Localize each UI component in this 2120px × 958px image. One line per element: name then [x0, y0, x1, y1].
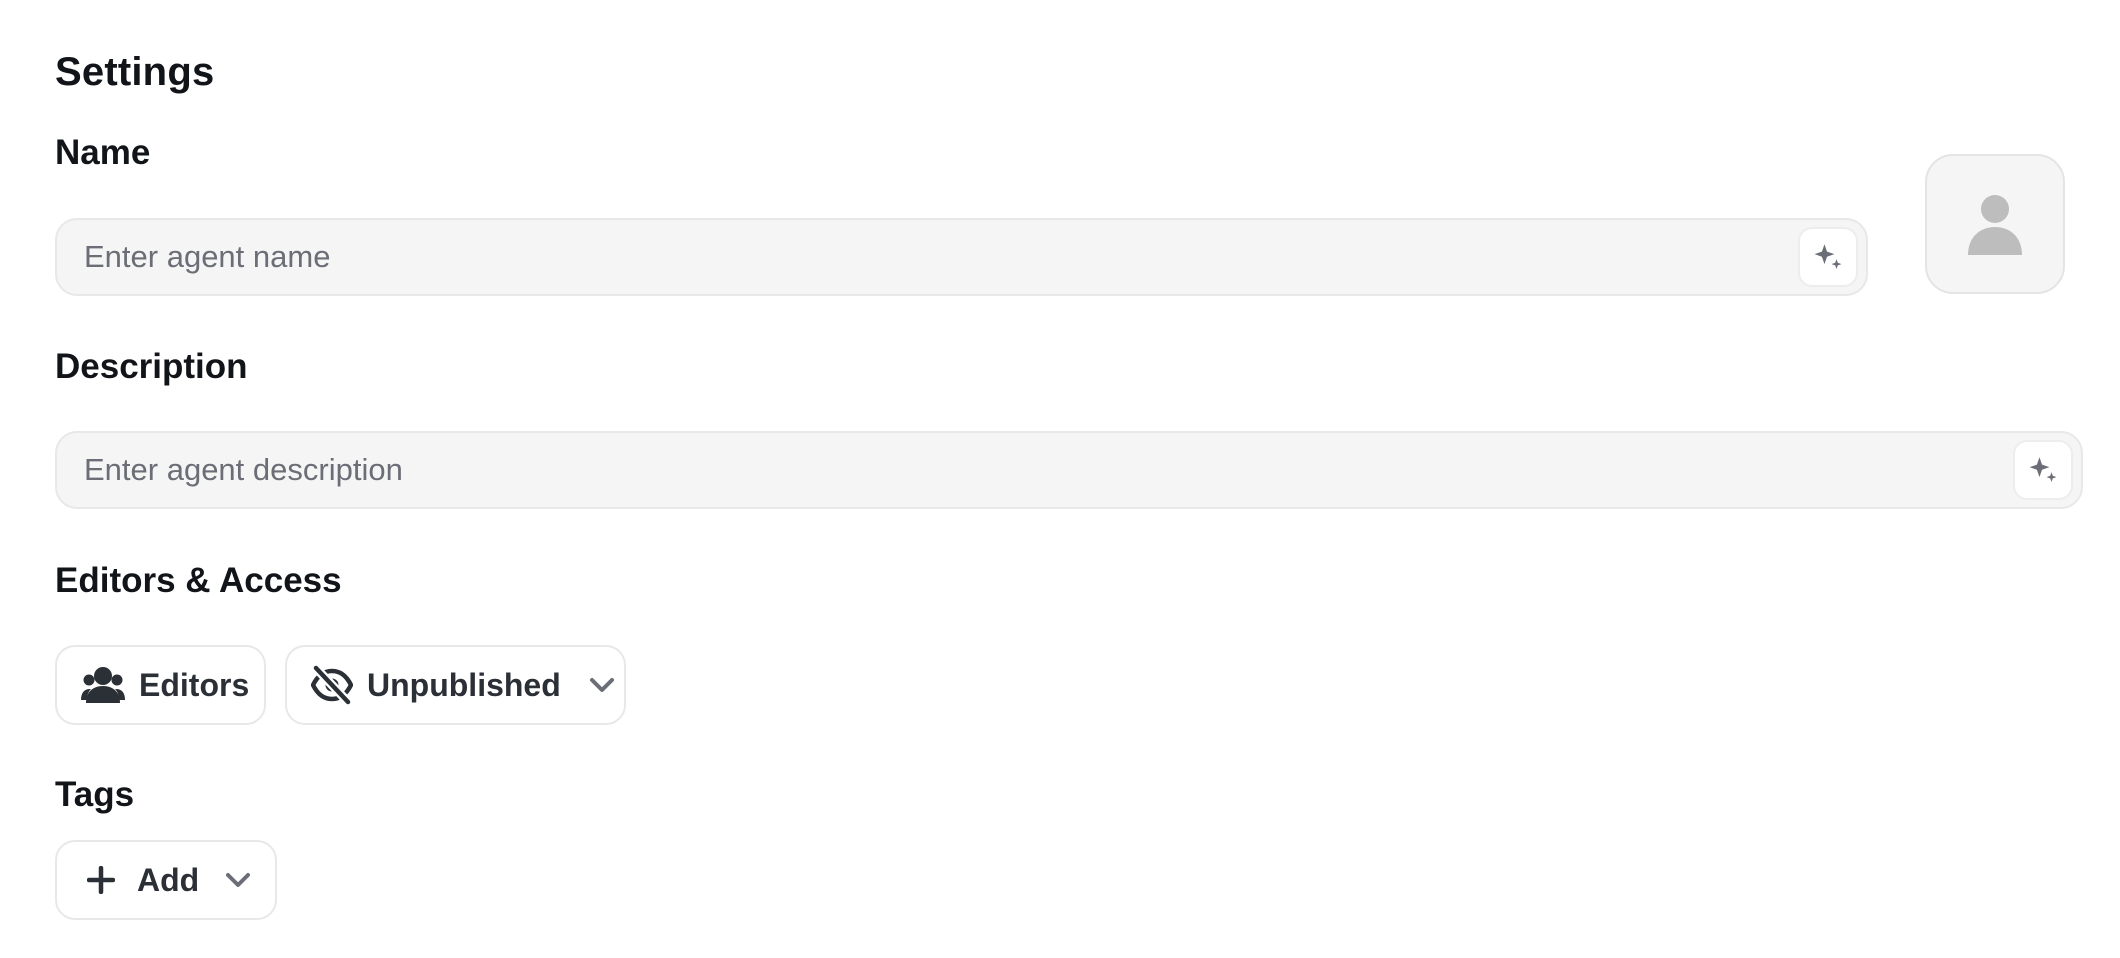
settings-panel: Settings Name Description Editors & Acce… [0, 0, 2120, 958]
add-tag-label: Add [137, 861, 200, 898]
editors-button-label: Editors [139, 666, 250, 703]
agent-description-input[interactable] [57, 433, 2013, 507]
add-tag-button[interactable]: Add [55, 840, 277, 920]
chevron-down-icon [226, 873, 251, 887]
chevron-down-icon [589, 678, 614, 692]
name-label: Name [55, 133, 151, 172]
name-field [55, 218, 1868, 296]
eye-slash-icon [311, 665, 353, 705]
generate-name-button[interactable] [1798, 227, 1858, 287]
description-label: Description [55, 347, 248, 386]
sparkle-icon [2029, 457, 2057, 483]
sparkle-icon [1814, 244, 1842, 270]
generate-description-button[interactable] [2013, 440, 2073, 500]
users-icon [81, 667, 125, 703]
avatar-upload[interactable] [1925, 154, 2065, 294]
visibility-label: Unpublished [367, 666, 561, 703]
description-field [55, 431, 2083, 509]
plus-icon [87, 866, 115, 894]
agent-name-input[interactable] [57, 220, 1798, 294]
page-title: Settings [55, 50, 215, 94]
tags-label: Tags [55, 775, 135, 814]
editors-button[interactable]: Editors [55, 645, 266, 725]
editors-access-label: Editors & Access [55, 561, 342, 600]
visibility-dropdown[interactable]: Unpublished [285, 645, 626, 725]
user-icon [1968, 195, 2022, 255]
